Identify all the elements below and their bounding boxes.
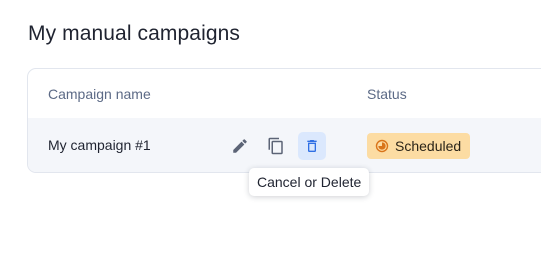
status-badge: Scheduled [367,133,471,159]
tooltip: Cancel or Delete [249,168,370,196]
pencil-icon [231,137,249,155]
campaigns-page: My manual campaigns Campaign name Status… [0,0,541,255]
campaigns-table: Campaign name Status My campaign #1 Sche… [27,68,541,173]
edit-button[interactable] [226,132,254,160]
page-title: My manual campaigns [28,22,240,45]
table-row[interactable]: My campaign #1 Scheduled [28,118,541,172]
column-header-status: Status [367,86,407,102]
clock-icon [375,139,395,153]
campaign-name: My campaign #1 [48,137,151,153]
column-header-campaign-name: Campaign name [48,86,151,102]
copy-icon [267,136,285,156]
duplicate-button[interactable] [262,132,290,160]
status-label: Scheduled [395,138,462,154]
trash-icon [304,137,320,155]
cancel-or-delete-button[interactable] [298,132,326,160]
table-header: Campaign name Status [28,69,541,119]
